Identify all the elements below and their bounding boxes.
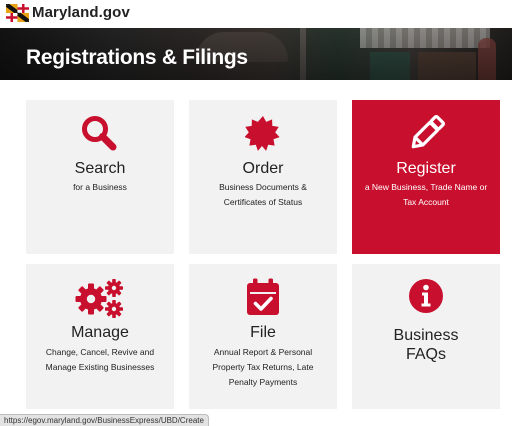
- card-subtitle: Business Documents & Certificates of Sta…: [219, 182, 307, 207]
- site-header: Maryland.gov: [0, 0, 512, 28]
- card-title: Business FAQs: [352, 326, 500, 364]
- card-subtitle: Change, Cancel, Revive and Manage Existi…: [45, 347, 155, 372]
- calendar-check-icon: [189, 278, 337, 316]
- faq-card[interactable]: Business FAQs: [352, 264, 500, 409]
- hero-banner: Registrations & Filings: [0, 28, 512, 80]
- manage-card[interactable]: Manage Change, Cancel, Revive and Manage…: [26, 264, 174, 409]
- search-icon: [26, 115, 174, 151]
- search-card[interactable]: Search for a Business: [26, 100, 174, 254]
- card-title: File: [250, 324, 276, 341]
- pencil-icon: [352, 115, 500, 153]
- card-title: Register: [396, 160, 456, 177]
- info-icon: [352, 278, 500, 314]
- maryland-flag-icon: [6, 4, 29, 22]
- seal-icon: [189, 115, 337, 151]
- card-subtitle: a New Business, Trade Name or Tax Accoun…: [364, 182, 488, 207]
- card-subtitle: for a Business: [73, 182, 127, 192]
- gears-icon: [26, 278, 174, 318]
- register-card[interactable]: Register a New Business, Trade Name or T…: [352, 100, 500, 254]
- order-card[interactable]: Order Business Documents & Certificates …: [189, 100, 337, 254]
- card-title: Search: [74, 160, 126, 177]
- page-title: Registrations & Filings: [26, 46, 248, 69]
- card-title: Order: [242, 160, 284, 177]
- card-subtitle: Annual Report & Personal Property Tax Re…: [212, 347, 314, 387]
- card-title-line: Business FAQs: [393, 327, 459, 363]
- file-card[interactable]: File Annual Report & Personal Property T…: [189, 264, 337, 409]
- browser-status-bar: https://egov.maryland.gov/BusinessExpres…: [0, 414, 209, 426]
- card-title: Manage: [71, 324, 129, 341]
- site-brand[interactable]: Maryland.gov: [32, 4, 130, 21]
